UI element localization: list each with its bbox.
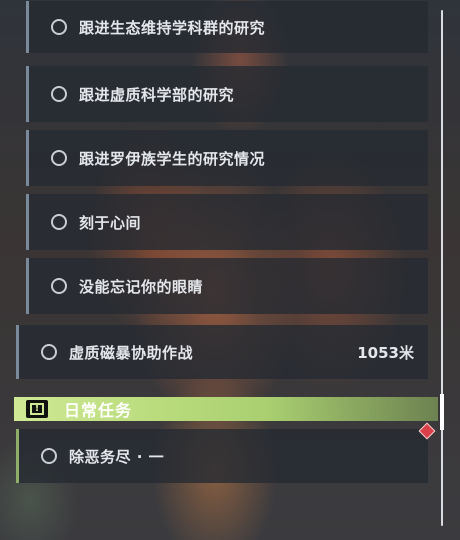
scrollbar-track[interactable] bbox=[441, 10, 443, 526]
quest-item-roy-students-research[interactable]: 跟进罗伊族学生的研究情况 bbox=[26, 130, 428, 186]
quest-item-magnetic-storm-support[interactable]: 虚质磁暴协助作战 1053米 bbox=[16, 325, 428, 379]
scrollbar-thumb[interactable] bbox=[440, 394, 444, 430]
quest-label: 跟进生态维持学科群的研究 bbox=[79, 18, 266, 37]
quest-label: 跟进虚质科学部的研究 bbox=[79, 85, 235, 104]
quest-status-circle-icon bbox=[41, 448, 57, 464]
quest-item-ecology-research[interactable]: 跟进生态维持学科群的研究 bbox=[26, 1, 428, 53]
quest-label: 刻于心间 bbox=[79, 213, 142, 232]
quest-status-circle-icon bbox=[51, 86, 67, 102]
quest-item-engraved-in-heart[interactable]: 刻于心间 bbox=[26, 194, 428, 250]
daily-quests-title: 日常任务 bbox=[64, 401, 133, 420]
daily-quests-header[interactable]: ! 日常任务 bbox=[14, 397, 438, 421]
quest-item-virtual-science-research[interactable]: 跟进虚质科学部的研究 bbox=[26, 66, 428, 122]
quest-label: 除恶务尽 · 一 bbox=[69, 447, 165, 466]
quest-label: 跟进罗伊族学生的研究情况 bbox=[79, 149, 266, 168]
alert-icon: ! bbox=[26, 400, 48, 418]
quest-status-circle-icon bbox=[51, 19, 67, 35]
quest-item-cannot-forget-eyes[interactable]: 没能忘记你的眼睛 bbox=[26, 258, 428, 314]
quest-status-circle-icon bbox=[41, 344, 57, 360]
quest-status-circle-icon bbox=[51, 278, 67, 294]
quest-label: 虚质磁暴协助作战 bbox=[69, 343, 194, 362]
quest-status-circle-icon bbox=[51, 214, 67, 230]
daily-quest-item-eliminate-evil[interactable]: 除恶务尽 · 一 bbox=[16, 429, 428, 483]
quest-label: 没能忘记你的眼睛 bbox=[79, 277, 204, 296]
quest-status-circle-icon bbox=[51, 150, 67, 166]
quest-distance: 1053米 bbox=[357, 343, 414, 362]
